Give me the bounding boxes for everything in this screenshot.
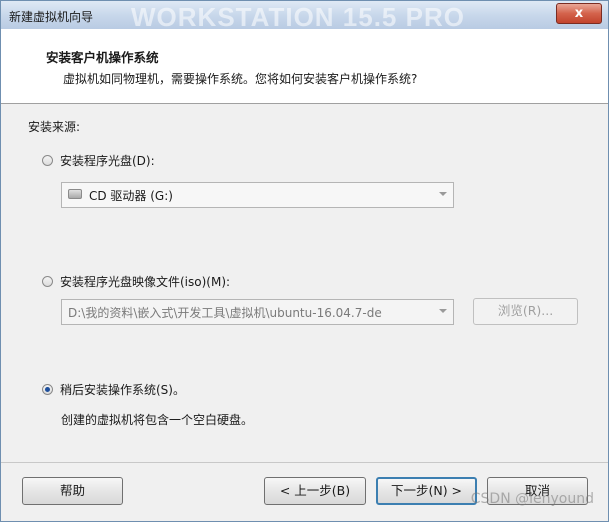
radio-installer-disc[interactable] [42,155,53,166]
chevron-down-icon [439,192,447,196]
window-title: 新建虚拟机向导 [9,10,94,24]
install-source-label: 安装来源: [28,120,81,134]
install-later-note: 创建的虚拟机将包含一个空白硬盘。 [61,413,254,427]
wizard-window: 新建虚拟机向导 WORKSTATION 15.5 PRO x 安装客户机操作系统… [0,0,609,522]
page-subtitle: 虚拟机如同物理机，需要操作系统。您将如何安装客户机操作系统? [63,72,418,86]
close-button[interactable]: x [556,3,602,24]
iso-path-select[interactable]: D:\我的资料\嵌入式\开发工具\虚拟机\ubuntu-16.04.7-de [61,299,454,325]
radio-iso-image[interactable] [42,276,53,287]
cd-drive-value: CD 驱动器 (G:) [89,189,173,203]
iso-image-label[interactable]: 安装程序光盘映像文件(iso)(M): [60,273,230,290]
back-button[interactable]: < 上一步(B) [264,477,366,505]
browse-button[interactable]: 浏览(R)... [473,298,578,325]
cd-drive-select[interactable]: CD 驱动器 (G:) [61,182,454,208]
iso-path-value: D:\我的资料\嵌入式\开发工具\虚拟机\ubuntu-16.04.7-de [68,306,382,320]
product-watermark: WORKSTATION 15.5 PRO [131,2,465,29]
next-button[interactable]: 下一步(N) > [376,477,477,505]
source-credit-watermark: CSDN @lenyound [470,491,594,507]
help-button[interactable]: 帮助 [22,477,123,505]
chevron-down-icon [439,309,447,313]
footer-divider [1,462,608,463]
wizard-header: 安装客户机操作系统 虚拟机如同物理机，需要操作系统。您将如何安装客户机操作系统? [1,29,608,104]
install-later-label[interactable]: 稍后安装操作系统(S)。 [60,381,185,398]
page-title: 安装客户机操作系统 [46,50,159,65]
title-bar[interactable]: 新建虚拟机向导 WORKSTATION 15.5 PRO x [1,1,608,29]
installer-disc-label[interactable]: 安装程序光盘(D): [60,152,155,169]
close-icon: x [574,6,584,21]
cd-drive-icon [68,189,82,199]
radio-install-later[interactable] [42,384,53,395]
